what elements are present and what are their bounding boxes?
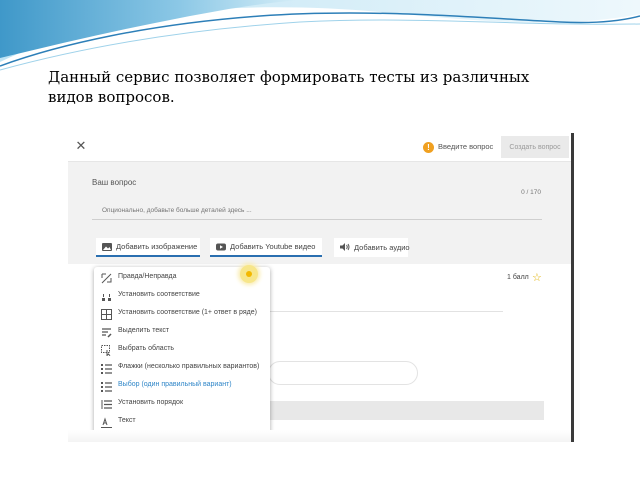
question-details-input[interactable]: [102, 204, 502, 216]
text-icon: [101, 417, 112, 428]
answer-input[interactable]: [268, 361, 418, 385]
speaker-icon: [340, 243, 350, 251]
menu-item-label: Выбор (один правильный вариант): [118, 381, 232, 388]
close-icon[interactable]: ✕: [74, 139, 88, 153]
menu-item-label: Текст: [118, 417, 136, 424]
screenshot-right-border: [571, 133, 574, 442]
points-label: 1 балл: [507, 274, 529, 281]
answer-divider: [268, 311, 503, 312]
menu-item-label: Установить соответствие (1+ ответ в ряде…: [118, 309, 257, 316]
checkboxes-icon: [101, 364, 112, 374]
menu-item-text[interactable]: Текст: [94, 413, 270, 431]
character-counter: 0 / 170: [521, 189, 541, 196]
question-title: Ваш вопрос: [92, 178, 137, 187]
menu-item-select-area[interactable]: Выбрать область: [94, 341, 270, 359]
youtube-icon: [216, 243, 226, 251]
highlight-text-icon: [102, 328, 112, 338]
order-icon: [101, 400, 112, 409]
answer-row-bar: [268, 401, 544, 420]
match-icon: [102, 294, 111, 301]
menu-item-label: Правда/Неправда: [118, 273, 177, 280]
match-multi-icon: [101, 309, 112, 320]
menu-item-single-choice[interactable]: Выбор (один правильный вариант): [94, 377, 270, 395]
highlight-cursor-marker: [240, 265, 258, 283]
true-false-icon: [101, 273, 112, 284]
menu-item-label: Выбрать область: [118, 345, 175, 352]
menu-item-label: Установить соответствие: [118, 291, 200, 298]
menu-item-match[interactable]: Установить соответствие: [94, 287, 270, 305]
question-input-underline: [92, 219, 542, 220]
question-type-menu: Правда/Неправда Установить соответствие …: [94, 267, 270, 438]
add-image-button[interactable]: Добавить изображение: [96, 238, 200, 257]
add-audio-button[interactable]: Добавить аудио: [334, 238, 410, 257]
menu-item-label: Выделить текст: [118, 327, 170, 334]
slide-caption: Данный сервис позволяет формировать тест…: [48, 68, 530, 106]
add-audio-label: Добавить аудио: [354, 243, 410, 252]
menu-item-label: Установить порядок: [118, 399, 184, 406]
warning-icon: !: [423, 142, 434, 153]
quiz-editor-screenshot: ✕ ! Введите вопрос Создать вопрос Ваш во…: [68, 133, 574, 442]
menu-item-set-order[interactable]: Установить порядок: [94, 395, 270, 413]
bottom-fade: [68, 430, 571, 442]
star-icon[interactable]: ☆: [532, 271, 542, 284]
add-youtube-video-label: Добавить Youtube видео: [230, 242, 316, 251]
menu-item-match-multi[interactable]: Установить соответствие (1+ ответ в ряде…: [94, 305, 270, 323]
add-youtube-video-button[interactable]: Добавить Youtube видео: [210, 238, 322, 257]
slide-wave-decoration: [0, 0, 640, 71]
menu-item-highlight-text[interactable]: Выделить текст: [94, 323, 270, 341]
warning-text: Введите вопрос: [438, 142, 494, 151]
image-icon: [102, 243, 112, 251]
create-question-button[interactable]: Создать вопрос: [501, 136, 569, 158]
add-image-label: Добавить изображение: [116, 242, 198, 251]
select-area-icon: [101, 345, 111, 356]
menu-item-checkboxes[interactable]: Флажки (несколько правильных вариантов): [94, 359, 270, 377]
editor-topbar: ✕ ! Введите вопрос Создать вопрос: [68, 133, 571, 161]
single-choice-icon: [101, 382, 112, 392]
menu-item-label: Флажки (несколько правильных вариантов): [118, 363, 260, 370]
